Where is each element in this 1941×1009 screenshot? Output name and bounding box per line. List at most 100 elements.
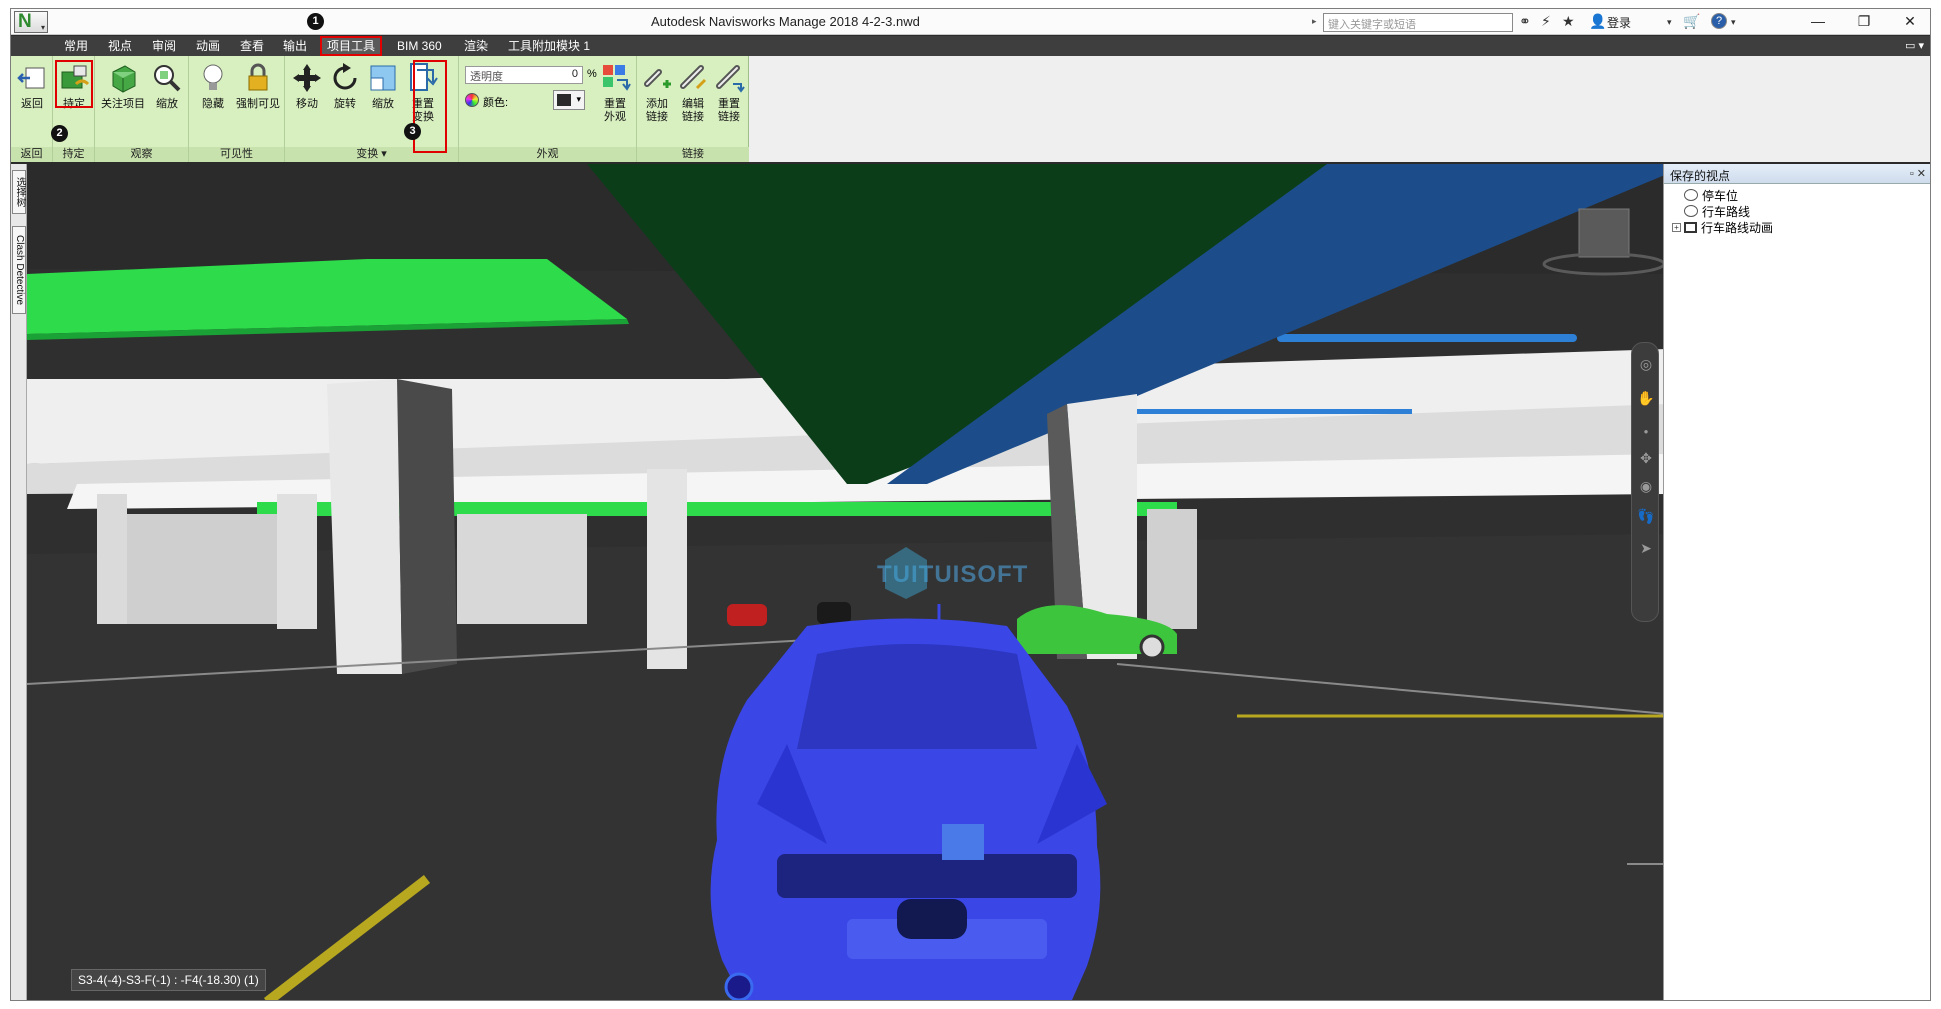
tab-selection-tree[interactable]: 选择树 [12, 170, 26, 214]
focus-item-button[interactable]: 关注项目 [99, 62, 147, 138]
chevron-down-icon: ▾ [40, 23, 45, 32]
tab-animation[interactable]: 动画 [191, 38, 225, 54]
orbit-icon[interactable]: ✥ [1637, 449, 1655, 467]
transparency-slider[interactable]: 透明度 0 [465, 66, 583, 84]
select-cursor-icon[interactable]: ➤ [1637, 539, 1655, 557]
viewpoint-item-route-animation[interactable]: + 行车路线动画 [1672, 220, 1773, 236]
film-icon [1684, 222, 1697, 233]
user-icon[interactable]: 👤 [1589, 13, 1606, 30]
search-input[interactable]: 键入关键字或短语 [1323, 13, 1513, 32]
reset-appearance-button[interactable]: 重置 外观 [597, 62, 633, 138]
chevron-down-icon[interactable]: ▾ [1731, 17, 1736, 28]
require-button[interactable]: 强制可见 [233, 62, 283, 138]
group-appearance: 透明度 0 % 颜色: ▾ 重置 外观 外观 [459, 56, 637, 162]
viewpoint-label: 停车位 [1702, 189, 1739, 203]
viewpoint-item-route[interactable]: 行车路线 [1684, 204, 1750, 220]
add-link-button[interactable]: 添加 链接 [639, 62, 675, 138]
rotate-button[interactable]: 旋转 [327, 62, 363, 138]
chevron-down-icon: ▾ [381, 148, 387, 160]
app-logo-button[interactable]: N ▾ [14, 11, 48, 33]
require-label: 强制可见 [236, 98, 280, 110]
reset-appearance-label: 重置 外观 [604, 98, 626, 123]
window-title: Autodesk Navisworks Manage 2018 4-2-3.nw… [651, 14, 920, 29]
scale-button[interactable]: 缩放 [365, 62, 401, 138]
annotation-marker-1: 1 [307, 13, 324, 30]
zoom-button[interactable]: 缩放 [149, 62, 185, 138]
tab-review[interactable]: 审阅 [147, 38, 181, 54]
color-wheel-icon [465, 93, 479, 107]
reset-link-button[interactable]: 重置 链接 [711, 62, 747, 138]
group-title-appearance: 外观 [459, 147, 636, 162]
selection-status: S3-4(-4)-S3-F(-1) : -F4(-18.30) (1) [71, 969, 266, 991]
viewpoint-label: 行车路线 [1702, 205, 1751, 219]
pan-hand-icon[interactable]: ✋ [1637, 389, 1655, 407]
group-observe: 关注项目 缩放 观察 [95, 56, 189, 162]
reset-link-icon [713, 62, 745, 94]
viewpoint-icon [1684, 189, 1698, 201]
add-link-label: 添加 链接 [646, 98, 668, 123]
signin-button[interactable]: 登录 [1607, 14, 1631, 31]
close-button[interactable]: ✕ [1891, 11, 1929, 31]
annotation-marker-3: 3 [404, 123, 421, 140]
chevron-down-icon[interactable]: ▾ [1667, 17, 1672, 28]
tab-view[interactable]: 查看 [235, 38, 269, 54]
star-icon[interactable]: ★ [1562, 13, 1575, 30]
tab-item-tools[interactable]: 项目工具 [319, 36, 383, 56]
search-expand-icon[interactable]: ▸ [1312, 16, 1317, 27]
group-visibility: 隐藏 强制可见 可见性 [189, 56, 285, 162]
return-button[interactable]: 返回 [14, 62, 50, 138]
look-icon[interactable]: ◉ [1637, 477, 1655, 495]
percent-sign: % [587, 68, 597, 80]
color-picker[interactable]: ▾ [553, 90, 585, 110]
scale-icon [367, 62, 399, 94]
group-title-return: 返回 [11, 147, 52, 162]
viewpoint-item-parking[interactable]: 停车位 [1684, 188, 1738, 204]
group-title-visibility: 可见性 [189, 147, 284, 162]
tab-render[interactable]: 渲染 [459, 38, 493, 54]
viewpoint-icon [1684, 205, 1698, 217]
satellite-icon[interactable]: ⚡ [1541, 13, 1551, 30]
rotate-label: 旋转 [334, 98, 356, 110]
scene-render [27, 164, 1667, 1000]
hide-label: 隐藏 [202, 98, 224, 110]
group-title-observe: 观察 [95, 147, 188, 162]
zoom-dot-icon[interactable]: ● [1637, 423, 1655, 441]
color-label: 颜色: [483, 97, 509, 109]
title-bar: N ▾ Autodesk Navisworks Manage 2018 4-2-3… [11, 9, 1930, 35]
edit-link-button[interactable]: 编辑 链接 [675, 62, 711, 138]
minimize-button[interactable]: — [1799, 11, 1837, 31]
color-swatch [557, 94, 571, 106]
cart-icon[interactable]: 🛒 [1683, 13, 1700, 30]
restore-button[interactable]: ❐ [1845, 11, 1883, 31]
add-link-icon [641, 62, 673, 94]
return-label: 返回 [21, 98, 43, 110]
edit-link-label: 编辑 链接 [682, 98, 704, 123]
3d-viewport[interactable]: TUITUISOFT S3-4(-4)-S3-F(-1) : -F4(-18.3… [27, 164, 1667, 1000]
tab-addins[interactable]: 工具附加模块 1 [503, 38, 595, 54]
tab-viewpoint[interactable]: 视点 [103, 38, 137, 54]
panel-pin-close-buttons[interactable]: ▫ ✕ [1910, 167, 1926, 180]
tab-clash-detective[interactable]: Clash Detective [12, 226, 26, 314]
expand-icon[interactable]: + [1672, 223, 1681, 232]
help-icon[interactable]: ? [1711, 13, 1727, 29]
group-title-links: 链接 [637, 147, 749, 162]
hide-button[interactable]: 隐藏 [195, 62, 231, 138]
transparency-label: 透明度 [470, 71, 503, 83]
move-button[interactable]: 移动 [289, 62, 325, 138]
tab-output[interactable]: 输出 [278, 38, 312, 54]
walk-icon[interactable]: 👣 [1637, 507, 1655, 525]
ribbon-empty-area [749, 56, 1930, 162]
group-title-hold: 持定 [53, 147, 94, 162]
tab-home[interactable]: 常用 [59, 38, 93, 54]
move-label: 移动 [296, 98, 318, 110]
side-tab-strip: 选择树 Clash Detective [11, 164, 27, 1000]
tab-bim360[interactable]: BIM 360 [392, 38, 447, 54]
binoculars-icon[interactable]: ⚭ [1519, 13, 1531, 30]
zoom-label: 缩放 [156, 98, 178, 110]
steering-wheel-icon[interactable]: ◎ [1637, 355, 1655, 373]
annotation-marker-2: 2 [51, 125, 68, 142]
lock-icon [242, 62, 274, 94]
ribbon-toggle-icon[interactable]: ▭ ▾ [1905, 39, 1924, 52]
focus-item-icon [107, 62, 139, 94]
highlight-reset-transform [413, 60, 447, 153]
